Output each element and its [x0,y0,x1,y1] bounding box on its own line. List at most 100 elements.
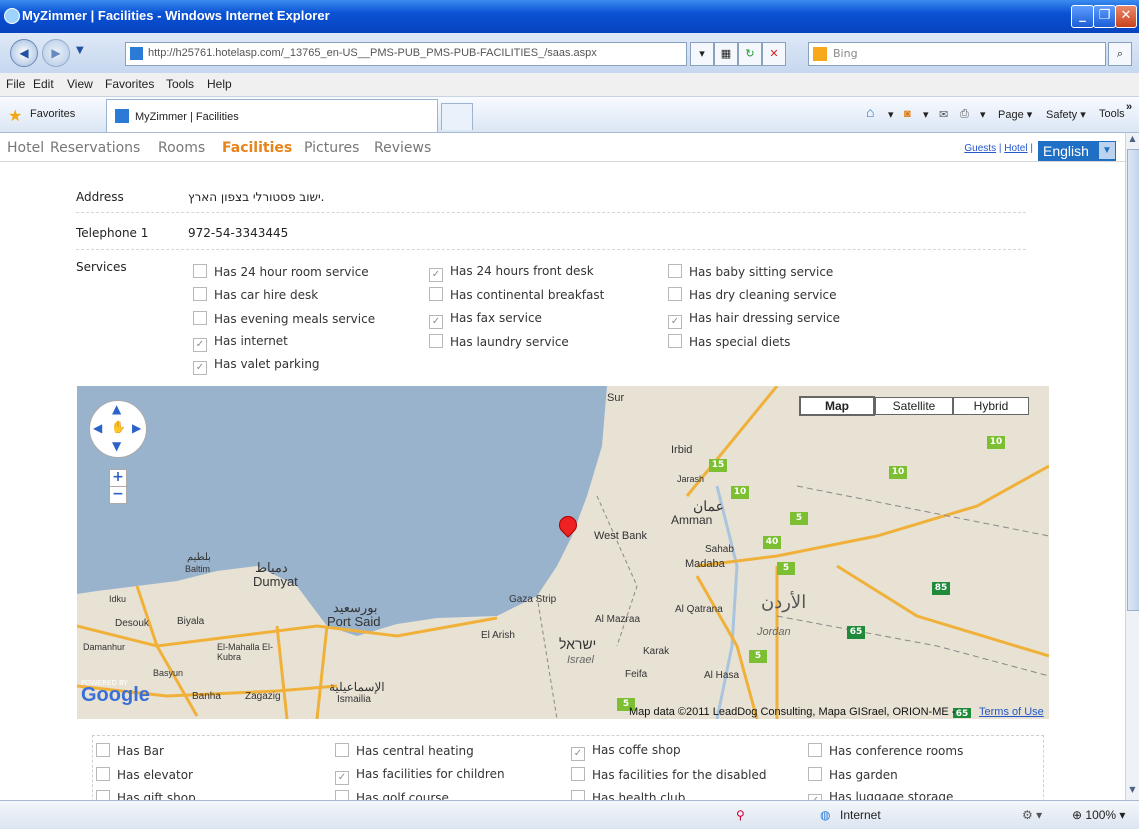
checkbox-item[interactable]: Has conference rooms [808,743,963,758]
maximize-button[interactable]: ❐ [1093,5,1116,28]
checkbox-item[interactable]: Has elevator [96,766,193,782]
checkbox-item[interactable]: Has evening meals service [193,310,375,326]
checkbox[interactable] [335,790,349,800]
checkbox[interactable]: ✓ [429,314,443,329]
pan-left-icon[interactable]: ◀ [93,421,102,435]
hotel-link[interactable]: Hotel [1004,143,1027,154]
tab-facilities[interactable]: Facilities [222,140,292,156]
google-map[interactable]: Sur Irbid Jarash عمان Amman West Bank Sa… [77,386,1049,719]
checkbox-item[interactable]: Has car hire desk [193,287,318,302]
home-dropdown-icon[interactable]: ▾ [888,108,894,121]
checkbox[interactable] [193,287,207,302]
menu-favorites[interactable]: Favorites [105,77,154,91]
page-menu[interactable]: Page ▾ [998,108,1032,121]
feeds-icon[interactable]: ◙ [904,108,911,120]
checkbox-item[interactable]: Has central heating [335,743,474,758]
checkbox-item[interactable]: ✓ Has internet [193,334,288,352]
feeds-dropdown-icon[interactable]: ▾ [923,108,929,121]
pan-right-icon[interactable]: ▶ [132,421,141,435]
checkbox[interactable] [429,333,443,348]
address-bar[interactable]: http://h25761.hotelasp.com/_13765_en-US_… [125,42,687,66]
print-dropdown-icon[interactable]: ▾ [980,108,986,121]
checkbox[interactable] [668,333,682,348]
checkbox[interactable] [193,310,207,325]
safety-menu[interactable]: Safety ▾ [1046,108,1086,121]
pan-up-icon[interactable]: ▲ [112,402,121,416]
menu-file[interactable]: File [6,77,25,91]
tab-reviews[interactable]: Reviews [374,140,431,156]
checkbox[interactable] [335,743,349,757]
back-button[interactable]: ◀ [10,39,38,67]
checkbox-item[interactable]: Has continental breakfast [429,287,604,302]
favorites-button[interactable]: Favorites [30,108,75,120]
checkbox-item[interactable]: ✓Has luggage storage [808,790,953,800]
checkbox[interactable] [571,766,585,781]
refresh-icon[interactable]: ↻ [738,42,762,66]
checkbox[interactable] [96,790,110,800]
scroll-down-icon[interactable]: ▼ [1127,785,1138,798]
minimize-button[interactable]: _ [1071,5,1094,28]
protected-mode-icon[interactable]: ⚲ [736,808,745,822]
checkbox[interactable] [193,264,207,278]
scroll-up-icon[interactable]: ▲ [1127,134,1138,147]
zoom-in-button[interactable]: + [109,469,127,487]
browser-tab[interactable]: MyZimmer | Facilities [106,99,438,132]
checkbox[interactable] [668,287,682,302]
checkbox-item[interactable]: Has health club [571,790,685,800]
read-mail-icon[interactable]: ✉ [939,108,948,121]
terms-of-use-link[interactable]: Terms of Use [979,706,1044,718]
map-type-hybrid[interactable]: Hybrid [953,397,1029,415]
tab-reservations[interactable]: Reservations [50,140,140,156]
checkbox[interactable]: ✓ [335,770,349,785]
address-dropdown-icon[interactable]: ▾ [690,42,714,66]
checkbox[interactable] [96,766,110,781]
checkbox[interactable]: ✓ [668,314,682,329]
checkbox[interactable] [808,766,822,781]
checkbox-item[interactable]: ✓ Has coffe shop [571,743,681,761]
checkbox[interactable]: ✓ [571,747,585,761]
menu-view[interactable]: View [67,77,93,91]
search-icon[interactable]: ⌕ [1108,42,1132,66]
checkbox-item[interactable]: Has facilities for the disabled [571,766,766,782]
checkbox[interactable]: ✓ [193,337,207,352]
google-logo[interactable]: Google [81,684,150,707]
forward-button[interactable]: ▶ [42,39,70,67]
checkbox[interactable]: ✓ [193,361,207,376]
checkbox-item[interactable]: Has dry cleaning service [668,287,837,302]
tab-rooms[interactable]: Rooms [158,140,205,156]
compatibility-view-icon[interactable]: ▦ [714,42,738,66]
checkbox-item[interactable]: Has golf course [335,790,449,800]
toolbar-overflow-icon[interactable]: » [1126,101,1132,113]
checkbox[interactable] [668,264,682,278]
menu-help[interactable]: Help [207,77,232,91]
checkbox-item[interactable]: ✓ Has fax service [429,311,542,329]
language-select[interactable]: English ▼ [1038,141,1116,161]
checkbox-item[interactable]: Has Bar [96,743,164,758]
checkbox-item[interactable]: ✓ Has valet parking [193,357,320,376]
close-button[interactable]: ✕ [1115,5,1137,28]
checkbox-item[interactable]: Has gift shop [96,790,196,800]
menu-tools[interactable]: Tools [166,77,194,91]
new-tab-button[interactable] [441,103,473,130]
page-scrollbar[interactable]: ▲ ▼ [1125,133,1139,800]
checkbox[interactable] [571,790,585,800]
home-icon[interactable]: ⌂ [866,104,874,120]
checkbox-item[interactable]: Has laundry service [429,333,569,349]
checkbox-item[interactable]: Has 24 hour room service [193,264,369,279]
checkbox-item[interactable]: Has baby sitting service [668,264,833,279]
zoom-out-button[interactable]: − [109,486,127,504]
scroll-thumb[interactable] [1127,149,1139,611]
map-type-satellite[interactable]: Satellite [875,397,953,415]
print-icon[interactable]: ⎙ [960,108,969,121]
checkbox[interactable]: ✓ [429,268,443,282]
zoom-level[interactable]: ⊕ 100% ▾ [1072,808,1125,822]
checkbox-item[interactable]: Has garden [808,766,898,782]
checkbox-item[interactable]: ✓ Has 24 hours front desk [429,264,594,282]
tab-pictures[interactable]: Pictures [304,140,359,156]
pan-down-icon[interactable]: ▼ [112,439,121,453]
guests-link[interactable]: Guests [964,143,996,154]
checkbox[interactable] [429,287,443,302]
checkbox[interactable] [808,743,822,757]
checkbox-item[interactable]: Has special diets [668,333,790,349]
map-type-map[interactable]: Map [799,396,875,416]
